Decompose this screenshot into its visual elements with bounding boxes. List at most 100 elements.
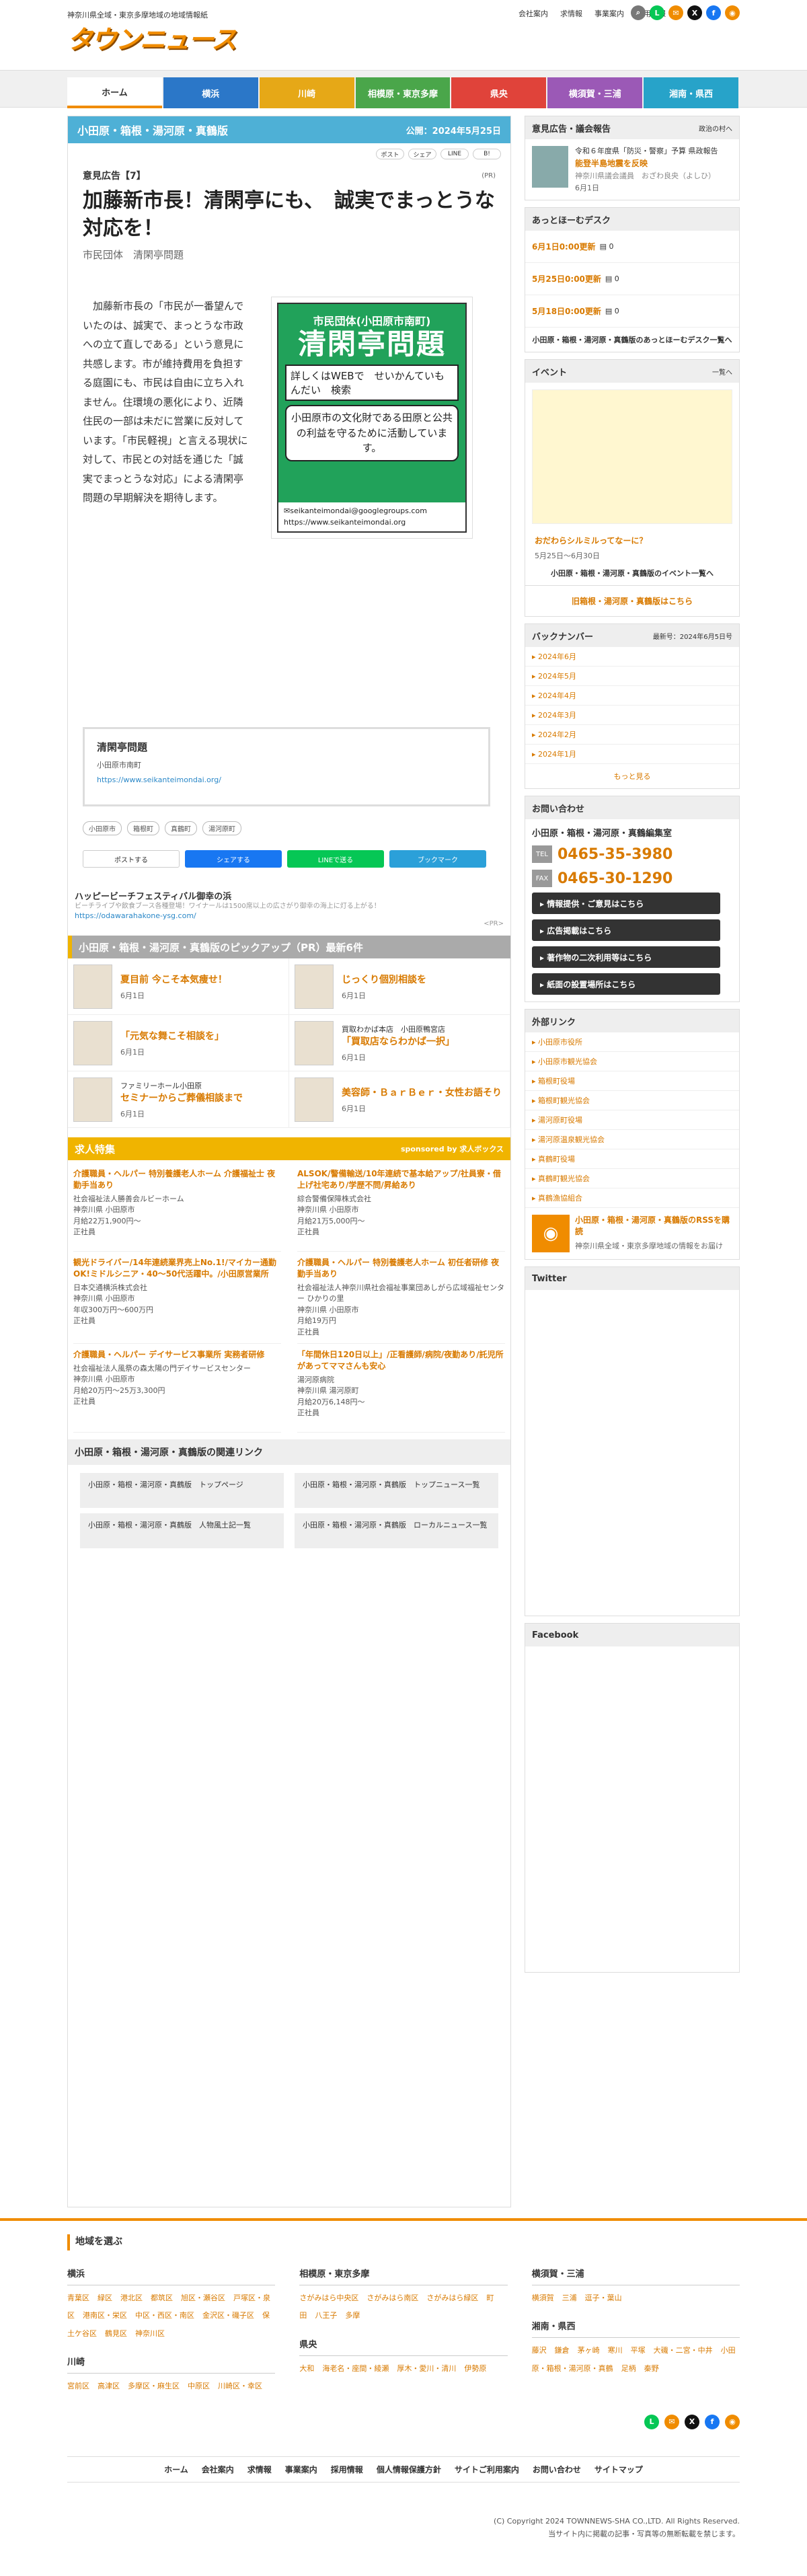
footer-region-link[interactable]: 青葉区 [67, 2294, 89, 2302]
footer-region-link[interactable]: 足柄 [621, 2364, 636, 2373]
footer-region-link[interactable]: 高津区 [98, 2382, 120, 2390]
tag[interactable]: 真鶴町 [165, 821, 197, 835]
external-link[interactable]: ▸ 真鶴町観光協会 [525, 1169, 739, 1189]
site-logo[interactable]: タウンニュース [67, 19, 237, 56]
tag[interactable]: 箱根町 [127, 821, 159, 835]
job-title[interactable]: ALSOK/警備輸送/10年連続で基本給アップ/社員寮・借上げ社宅あり/学歴不問… [297, 1168, 505, 1191]
line-icon[interactable]: L [644, 2414, 659, 2429]
facebook-icon[interactable]: f [705, 2414, 720, 2429]
footer-region-link[interactable]: 藤沢 [532, 2346, 547, 2355]
tel-number[interactable]: 0465-35-3980 [558, 846, 672, 863]
nav-tab[interactable]: 横浜 [163, 77, 258, 108]
opinion-item[interactable]: 令和６年度県「防災・警察」予算 県政報告 能登半島地震を反映 神奈川県議会議員 … [525, 139, 739, 200]
external-link[interactable]: ▸ 箱根町役場 [525, 1071, 739, 1092]
job-title[interactable]: 介護職員・ヘルパー 特別養護老人ホーム 初任者研修 夜勤手当あり [297, 1257, 505, 1280]
footer-nav-link[interactable]: お問い合わせ [533, 2464, 581, 2475]
backnumber-item[interactable]: ▸ 2024年5月 [525, 667, 739, 687]
related-link[interactable]: 小田原・箱根・湯河原・真鶴版 ローカルニュース一覧 [295, 1513, 498, 1549]
footer-region-link[interactable]: 三浦 [562, 2294, 577, 2302]
footer-nav-link[interactable]: サイトご利用案内 [455, 2464, 519, 2475]
footer-region-link[interactable]: 八王子 [315, 2311, 337, 2320]
desk-date[interactable]: 5月18日0:00更新 [532, 305, 601, 317]
footer-region-link[interactable]: 多摩区・麻生区 [128, 2382, 180, 2390]
nav-tab[interactable]: ホーム [67, 77, 162, 108]
smart-news-icon[interactable]: ✉ [664, 2414, 679, 2429]
footer-region-link[interactable]: 神奈川区 [135, 2329, 165, 2338]
pickup-item[interactable]: 夏目前 今こそ本気痩せ！ 6月1日 [68, 958, 289, 1015]
footer-nav-link[interactable]: 採用情報 [331, 2464, 363, 2475]
related-link[interactable]: 小田原・箱根・湯河原・真鶴版 トップページ [80, 1473, 284, 1509]
footer-region-link[interactable]: さがみはら南区 [367, 2294, 418, 2302]
job-item[interactable]: ALSOK/警備輸送/10年連続で基本給アップ/社員寮・借上げ社宅あり/学歴不問… [297, 1163, 505, 1252]
footer-region-link[interactable]: 厚木・愛川・清川 [397, 2364, 456, 2373]
pickup-title[interactable]: 夏目前 今こそ本気痩せ！ [120, 973, 227, 986]
org-url[interactable]: https://www.seikanteimondai.org/ [97, 775, 476, 784]
desk-date[interactable]: 5月25日0:00更新 [532, 273, 601, 285]
tag[interactable]: 小田原市 [83, 821, 122, 835]
pr-title[interactable]: ハッピービーチフェスティバル御幸の浜 [75, 889, 504, 902]
opinion-badge[interactable]: 政治の村へ [699, 123, 732, 133]
desk-link[interactable]: 小田原・箱根・湯河原・真鶴版のあっとほーむデスク一覧へ [525, 328, 739, 352]
footer-nav-link[interactable]: 求情報 [247, 2464, 272, 2475]
footer-region-link[interactable]: 中原区 [188, 2382, 210, 2390]
x-icon[interactable]: X [687, 5, 702, 20]
footer-region-link[interactable]: 金沢区・磯子区 [202, 2311, 254, 2320]
footer-region-link[interactable]: 平塚 [631, 2346, 646, 2355]
line-icon[interactable]: L [650, 5, 664, 20]
x-icon[interactable]: X [685, 2414, 699, 2429]
desk-item[interactable]: 5月18日0:00更新 ▤ 0 [525, 295, 739, 328]
share-small-button[interactable]: LINE [440, 149, 469, 159]
footer-nav-link[interactable]: 個人情報保護方針 [377, 2464, 441, 2475]
tag[interactable]: 湯河原町 [202, 821, 241, 835]
backnumber-item[interactable]: ▸ 2024年1月 [525, 745, 739, 765]
backnumber-more[interactable]: もっと見る [525, 764, 739, 788]
pickup-title[interactable]: じっくり個別相談を [342, 973, 426, 986]
rss-title[interactable]: 小田原・箱根・湯河原・真鶴版のRSSを購読 [575, 1215, 732, 1238]
footer-region-link[interactable]: 中区・西区・南区 [135, 2311, 194, 2320]
nav-tab[interactable]: 県央 [451, 77, 547, 108]
footer-region-link[interactable]: 旭区・瀬谷区 [181, 2294, 225, 2302]
facebook-icon[interactable]: f [706, 5, 721, 20]
rss-block[interactable]: ◉ 小田原・箱根・湯河原・真鶴版のRSSを購読 神奈川県全域・東京多摩地域の情報… [525, 1208, 739, 1259]
job-title[interactable]: 「年間休日120日以上」/正看護師/病院/夜勤あり/託児所があってママさんも安心 [297, 1349, 505, 1372]
smart-news-icon[interactable]: ✉ [668, 5, 683, 20]
top-link[interactable]: 会社案内 [518, 8, 548, 19]
nav-tab[interactable]: 相模原・東京多摩 [355, 77, 451, 108]
footer-region-link[interactable]: 大和 [299, 2364, 314, 2373]
footer-region-link[interactable]: 海老名・座間・綾瀬 [322, 2364, 389, 2373]
related-link[interactable]: 小田原・箱根・湯河原・真鶴版 トップニュース一覧 [295, 1473, 498, 1509]
job-item[interactable]: 「年間休日120日以上」/正看護師/病院/夜勤あり/託児所があってママさんも安心… [297, 1344, 505, 1433]
rss-icon[interactable]: ◉ [725, 5, 740, 20]
external-link[interactable]: ▸ 小田原市役所 [525, 1032, 739, 1053]
share-small-button[interactable]: B! [473, 149, 501, 159]
contact-button[interactable]: ▸ 広告掲載はこちら [532, 919, 720, 942]
job-item[interactable]: 介護職員・ヘルパー 特別養護老人ホーム 介護福祉士 夜勤手当あり 社会福祉法人勝善… [73, 1163, 281, 1252]
related-link[interactable]: 小田原・箱根・湯河原・真鶴版 人物風土記一覧 [80, 1513, 284, 1549]
pickup-item[interactable]: 「元気な舞こそ相談を」 6月1日 [68, 1015, 289, 1071]
backnumber-item[interactable]: ▸ 2024年3月 [525, 706, 739, 726]
footer-region-link[interactable]: 大磯・二宮・中井 [654, 2346, 713, 2355]
event-more[interactable]: 一覧へ [712, 367, 732, 377]
footer-nav-link[interactable]: 事業案内 [285, 2464, 317, 2475]
share-small-button[interactable]: シェア [408, 149, 436, 159]
pr-url[interactable]: https://odawarahakone-ysg.com/ [75, 911, 504, 920]
share-button[interactable]: ブックマーク [389, 850, 486, 868]
external-link[interactable]: ▸ 箱根町観光協会 [525, 1091, 739, 1111]
footer-region-link[interactable]: 都筑区 [151, 2294, 173, 2302]
nav-tab[interactable]: 横須賀・三浦 [547, 77, 643, 108]
share-button[interactable]: LINEで送る [287, 850, 384, 868]
footer-region-link[interactable]: 伊勢原 [464, 2364, 486, 2373]
top-link[interactable]: 求情報 [560, 8, 582, 19]
job-title[interactable]: 観光ドライバー/14年連続業界売上No.1!/マイカー通勤OK!ミドルシニア・4… [73, 1257, 281, 1280]
footer-region-link[interactable]: 逗子・葉山 [585, 2294, 622, 2302]
pickup-item[interactable]: 買取わかば本店 小田原鴨宮店 「買取店ならわかば一択」 6月1日 [289, 1015, 510, 1071]
pickup-title[interactable]: 美容師・ＢａｒＢｅｒ・女性お語そり [342, 1086, 502, 1099]
contact-button[interactable]: ▸ 情報提供・ご意見はこちら [532, 893, 720, 915]
footer-region-link[interactable]: 横須賀 [532, 2294, 554, 2302]
footer-region-link[interactable]: 鶴見区 [105, 2329, 127, 2338]
top-link[interactable]: 事業案内 [594, 8, 624, 19]
backnumber-item[interactable]: ▸ 2024年6月 [525, 647, 739, 667]
desk-date[interactable]: 6月1日0:00更新 [532, 241, 596, 252]
edition-name[interactable]: 小田原・箱根・湯河原・真鶴版 [77, 122, 228, 138]
footer-region-link[interactable]: 秦野 [644, 2364, 659, 2373]
